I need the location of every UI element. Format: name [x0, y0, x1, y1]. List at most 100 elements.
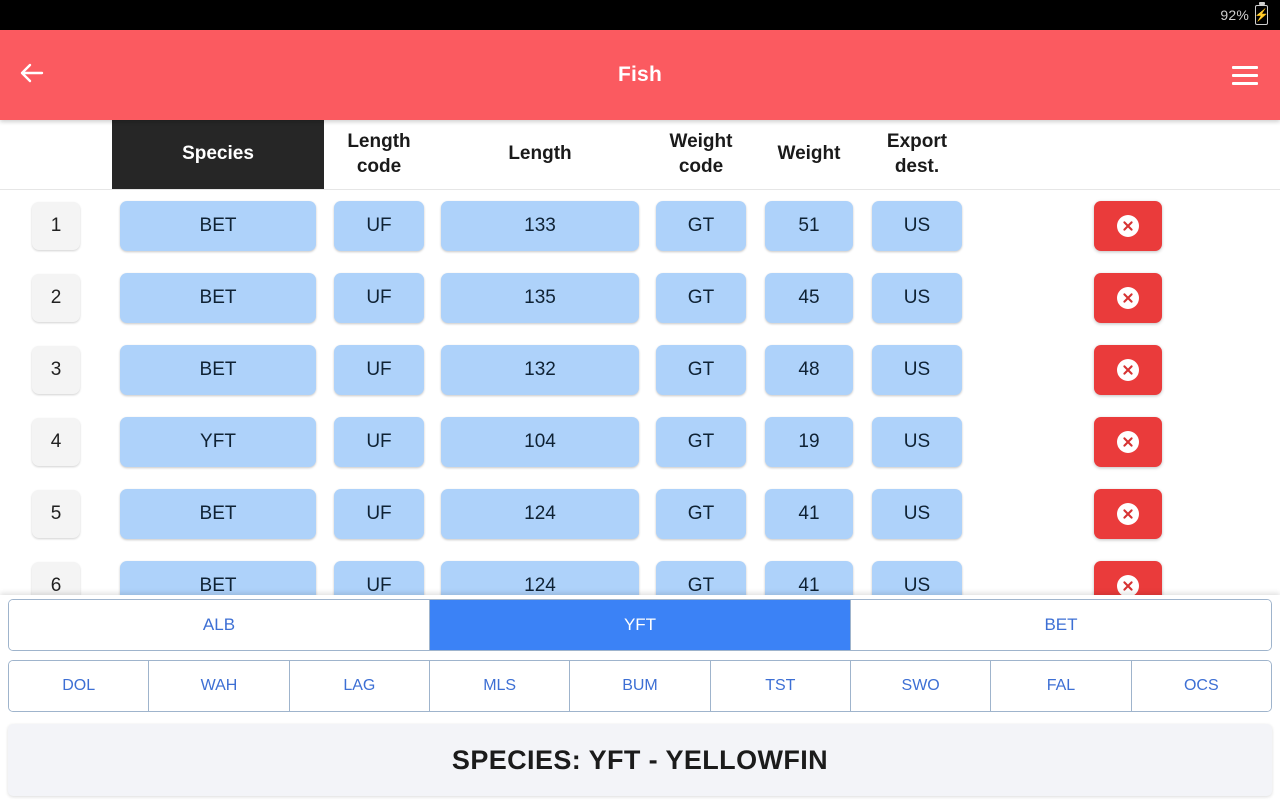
cell-length-chip[interactable]: 124: [441, 489, 639, 539]
cell-row-number: 5: [0, 490, 112, 538]
hamburger-menu-icon[interactable]: [1210, 65, 1280, 85]
column-header-length-code[interactable]: Length code: [324, 120, 434, 189]
cell-length-code: UF: [324, 273, 434, 323]
cell-export-dest-chip[interactable]: US: [872, 345, 962, 395]
species-button-swo[interactable]: SWO: [850, 661, 992, 711]
delete-row-button[interactable]: [1094, 273, 1162, 323]
cell-weight-chip[interactable]: 48: [765, 345, 853, 395]
table-row: 2 BET UF 135 GT 45 US: [0, 262, 1280, 334]
selected-species-banner: SPECIES: YFT - YELLOWFIN: [8, 724, 1272, 796]
species-button-bum[interactable]: BUM: [570, 661, 711, 711]
table-row: 5 BET UF 124 GT 41 US: [0, 478, 1280, 550]
cell-species-chip[interactable]: BET: [120, 489, 316, 539]
cell-species-chip[interactable]: YFT: [120, 417, 316, 467]
cell-length-chip[interactable]: 132: [441, 345, 639, 395]
species-secondary-group[interactable]: DOL WAH LAG MLS BUM TST SWO FAL OCS: [8, 660, 1272, 712]
menu-line: [1232, 81, 1258, 85]
cell-export-dest: US: [862, 273, 972, 323]
cell-actions: [972, 489, 1280, 539]
cell-species: BET: [112, 273, 324, 323]
cell-species-chip[interactable]: BET: [120, 345, 316, 395]
cell-row-number: 2: [0, 274, 112, 322]
column-header-species[interactable]: Species: [112, 120, 324, 189]
species-button-dol[interactable]: DOL: [9, 661, 150, 711]
delete-circle-x-icon: [1117, 431, 1139, 453]
cell-weight-code-chip[interactable]: GT: [656, 417, 746, 467]
cell-export-dest-chip[interactable]: US: [872, 201, 962, 251]
cell-species: BET: [112, 489, 324, 539]
cell-length-code-chip[interactable]: UF: [334, 201, 424, 251]
delete-row-button[interactable]: [1094, 201, 1162, 251]
cell-length-chip[interactable]: 104: [441, 417, 639, 467]
species-button-tst[interactable]: TST: [710, 661, 851, 711]
row-number-chip: 2: [32, 274, 80, 322]
cell-weight-code-chip[interactable]: GT: [656, 489, 746, 539]
cell-export-dest-chip[interactable]: US: [872, 489, 962, 539]
cell-export-dest-chip[interactable]: US: [872, 417, 962, 467]
cell-species-chip[interactable]: BET: [120, 201, 316, 251]
column-header-length-code-line1: Length: [347, 130, 411, 152]
column-header-weight-code[interactable]: Weight code: [646, 120, 756, 189]
column-header-export-dest[interactable]: Export dest.: [862, 120, 972, 189]
cell-species: BET: [112, 345, 324, 395]
cell-weight-chip[interactable]: 45: [765, 273, 853, 323]
cell-actions: [972, 417, 1280, 467]
cell-length-code-chip[interactable]: UF: [334, 273, 424, 323]
cell-length-chip[interactable]: 135: [441, 273, 639, 323]
cell-weight-code-chip[interactable]: GT: [656, 345, 746, 395]
cell-export-dest: US: [862, 345, 972, 395]
column-header-row-number: [0, 120, 112, 189]
row-number-chip: 1: [32, 202, 80, 250]
delete-circle-x-icon: [1117, 215, 1139, 237]
cell-actions: [972, 201, 1280, 251]
species-picker-panel: ALB YFT BET DOL WAH LAG MLS BUM TST SWO FAL OCS SP…: [0, 595, 1280, 800]
species-button-wah[interactable]: WAH: [149, 661, 290, 711]
column-header-weight[interactable]: Weight: [756, 120, 862, 189]
cell-length-code-chip[interactable]: UF: [334, 345, 424, 395]
rows-container: 1 BET UF 133 GT 51 US 2 BET UF 135 GT 45 US 3 BET UF 132 G…: [0, 190, 1280, 622]
cell-length-chip[interactable]: 133: [441, 201, 639, 251]
cell-weight-chip[interactable]: 51: [765, 201, 853, 251]
cell-weight-chip[interactable]: 19: [765, 417, 853, 467]
delete-row-button[interactable]: [1094, 417, 1162, 467]
cell-species-chip[interactable]: BET: [120, 273, 316, 323]
app-bar: Fish: [0, 30, 1280, 120]
species-button-fal[interactable]: FAL: [991, 661, 1132, 711]
status-bar: 92% ⚡: [0, 0, 1280, 30]
cell-export-dest-chip[interactable]: US: [872, 273, 962, 323]
cell-weight: 19: [756, 417, 862, 467]
cell-weight: 48: [756, 345, 862, 395]
species-button-bet[interactable]: BET: [851, 600, 1271, 650]
cell-length: 135: [434, 273, 646, 323]
cell-weight-code-chip[interactable]: GT: [656, 201, 746, 251]
cell-length-code: UF: [324, 417, 434, 467]
species-primary-group[interactable]: ALB YFT BET: [8, 599, 1272, 651]
cell-weight: 51: [756, 201, 862, 251]
cell-export-dest: US: [862, 417, 972, 467]
species-button-alb[interactable]: ALB: [9, 600, 430, 650]
back-button[interactable]: [0, 61, 64, 90]
app-screen: 92% ⚡ Fish Species Length code Length We…: [0, 0, 1280, 800]
column-header-weight-code-line1: Weight: [669, 130, 733, 152]
species-button-lag[interactable]: LAG: [289, 661, 430, 711]
cell-weight-code: GT: [646, 489, 756, 539]
species-button-yft[interactable]: YFT: [430, 600, 851, 650]
column-header-actions: [972, 120, 1280, 189]
species-button-mls[interactable]: MLS: [429, 661, 571, 711]
delete-row-button[interactable]: [1094, 345, 1162, 395]
cell-row-number: 3: [0, 346, 112, 394]
menu-line: [1232, 73, 1258, 77]
cell-weight-code: GT: [646, 201, 756, 251]
cell-row-number: 4: [0, 418, 112, 466]
cell-weight-chip[interactable]: 41: [765, 489, 853, 539]
delete-row-button[interactable]: [1094, 489, 1162, 539]
species-button-ocs[interactable]: OCS: [1131, 661, 1271, 711]
table-row: 1 BET UF 133 GT 51 US: [0, 190, 1280, 262]
battery-charging-icon: ⚡: [1254, 5, 1269, 25]
cell-weight-code-chip[interactable]: GT: [656, 273, 746, 323]
cell-export-dest: US: [862, 489, 972, 539]
cell-length-code-chip[interactable]: UF: [334, 417, 424, 467]
menu-line: [1232, 65, 1258, 69]
column-header-length[interactable]: Length: [434, 120, 646, 189]
cell-length-code-chip[interactable]: UF: [334, 489, 424, 539]
